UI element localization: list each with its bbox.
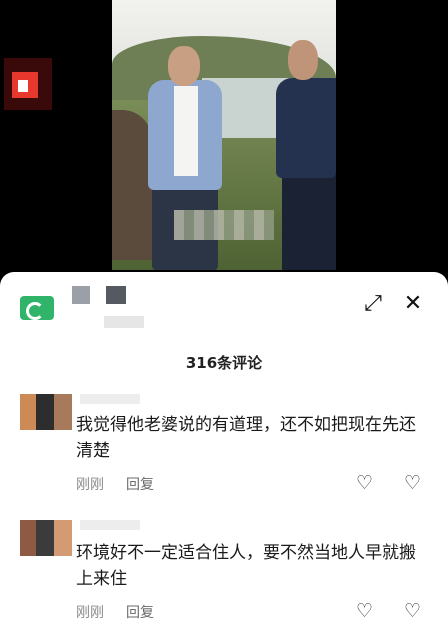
pixelated-avatar <box>72 286 90 304</box>
mosaic-blur <box>174 210 274 240</box>
video-player[interactable] <box>0 0 448 290</box>
blurred-username <box>80 520 140 530</box>
comment-text: 我觉得他老婆说的有道理，还不如把现在先还清楚 <box>76 415 416 461</box>
comment-item: 我觉得他老婆说的有道理，还不如把现在先还清楚 刚刚 回复 ♡ ♡ <box>0 382 448 502</box>
blurred-username <box>80 394 140 404</box>
pixelated-avatar <box>106 286 126 304</box>
avatar[interactable] <box>20 520 72 556</box>
comment-text: 环境好不一定适合住人，要不然当地人早就搬上来住 <box>76 543 416 589</box>
heart-icon[interactable]: ♡ <box>356 600 373 622</box>
comments-sheet: ⤢ ✕ 316条评论 我觉得他老婆说的有道理，还不如把现在先还清楚 刚刚 回复 … <box>0 272 448 640</box>
comment-time: 刚刚 <box>76 605 104 621</box>
red-badge-icon[interactable] <box>4 58 52 110</box>
video-frame <box>112 0 336 270</box>
close-icon[interactable]: ✕ <box>400 290 426 316</box>
comments-header: ⤢ ✕ 316条评论 <box>0 272 448 372</box>
comment-count: 316条评论 <box>185 354 263 372</box>
reply-button[interactable]: 回复 <box>126 474 154 494</box>
person-right <box>282 170 336 270</box>
comment-time: 刚刚 <box>76 477 104 493</box>
app-logo-icon <box>20 296 54 320</box>
broken-heart-icon[interactable]: ♡ <box>404 472 421 494</box>
reply-button[interactable]: 回复 <box>126 602 154 622</box>
blurred-username <box>104 316 144 328</box>
heart-icon[interactable]: ♡ <box>356 472 373 494</box>
comment-item: 环境好不一定适合住人，要不然当地人早就搬上来住 刚刚 回复 ♡ ♡ <box>0 510 448 640</box>
avatar[interactable] <box>20 394 72 430</box>
broken-heart-icon[interactable]: ♡ <box>404 600 421 622</box>
expand-icon[interactable]: ⤢ <box>360 290 386 316</box>
screen: ⤢ ✕ 316条评论 我觉得他老婆说的有道理，还不如把现在先还清楚 刚刚 回复 … <box>0 0 448 640</box>
